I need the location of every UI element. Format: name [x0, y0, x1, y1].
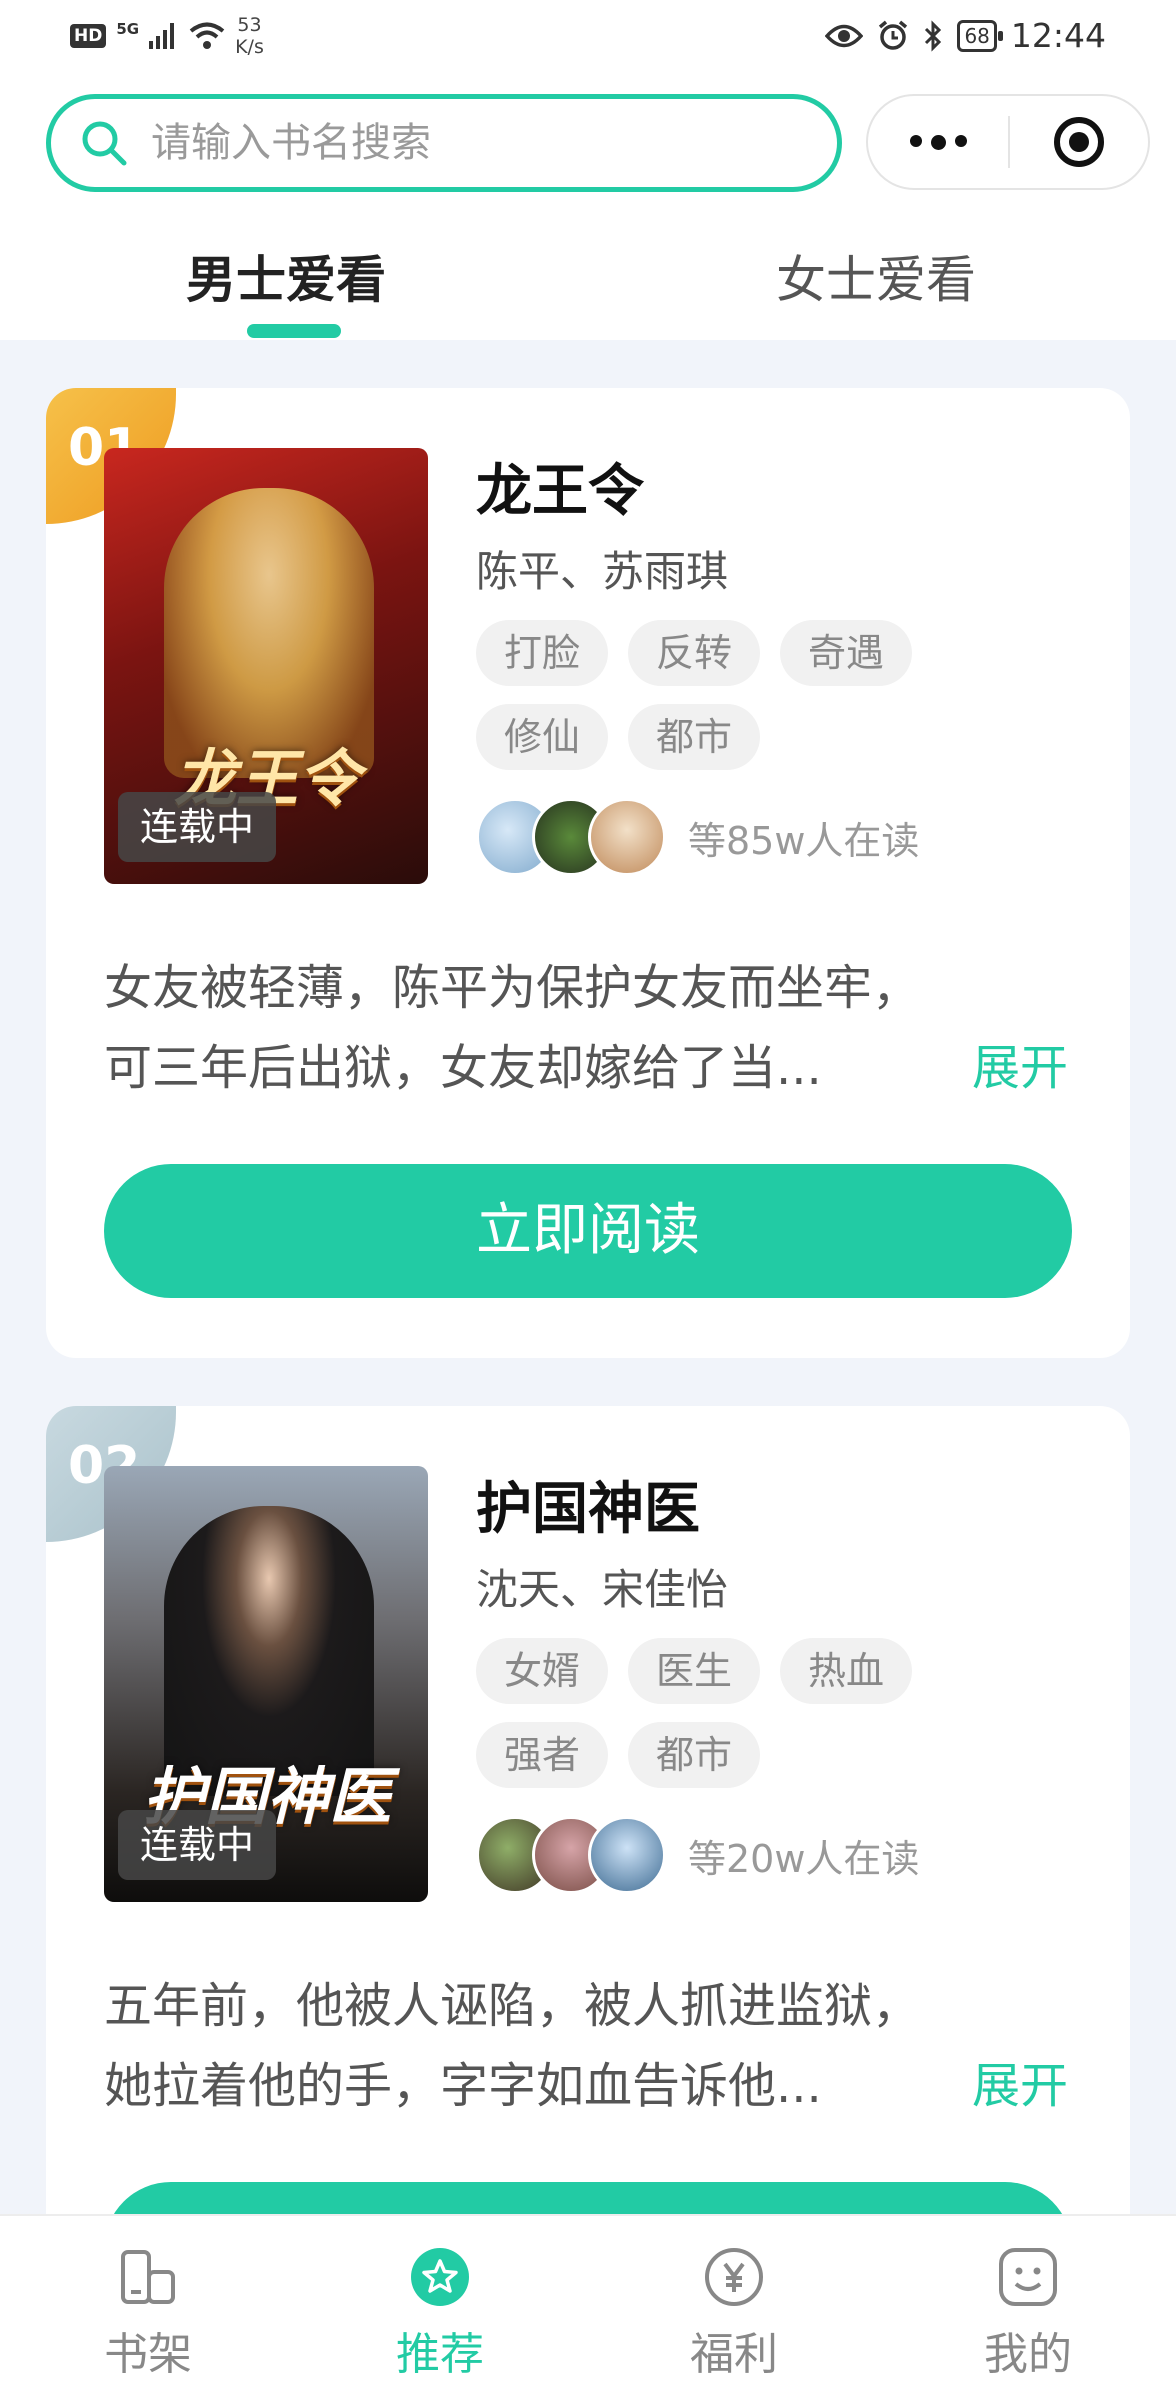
- status-left: HD 5G 53 K/s: [70, 14, 264, 58]
- nav-item-recommend[interactable]: 推荐: [360, 2246, 520, 2382]
- expand-link[interactable]: 展开: [972, 2046, 1068, 2126]
- network-type: 5G: [116, 20, 140, 38]
- avatar: [588, 798, 666, 876]
- mini-program-capsule: [866, 94, 1150, 190]
- reader-count: 等85w人在读: [688, 818, 920, 863]
- wifi-icon: [189, 22, 225, 49]
- bluetooth-icon: [925, 19, 942, 52]
- smiley-face-icon: [999, 2248, 1057, 2306]
- tag: 都市: [628, 1722, 761, 1788]
- tag: 修仙: [476, 704, 609, 770]
- gender-tabs: 男士爱看 女士爱看: [0, 240, 1176, 340]
- tag-list: 打脸 反转 奇遇 修仙 都市: [476, 620, 936, 770]
- expand-link[interactable]: 展开: [972, 1028, 1068, 1108]
- more-icon[interactable]: [868, 134, 1008, 150]
- nav-label: 推荐: [396, 2329, 484, 2380]
- book-cover[interactable]: 龙王令 连载中: [104, 448, 428, 884]
- bookshelf-icon: [121, 2250, 175, 2304]
- description-line: 她拉着他的手，字字如血告诉他...: [104, 2058, 822, 2114]
- reader-count: 等20w人在读: [688, 1836, 920, 1881]
- tab-women[interactable]: 女士爱看: [776, 240, 976, 312]
- description-line: 可三年后出狱，女友却嫁给了当...: [104, 1040, 822, 1096]
- signal-icon: [149, 23, 175, 49]
- network-speed: 53 K/s: [235, 14, 264, 58]
- serial-status-badge: 连载中: [118, 792, 277, 862]
- nav-item-shelf[interactable]: 书架: [68, 2246, 228, 2382]
- readers-row: 等85w人在读: [476, 798, 919, 876]
- tag: 强者: [476, 1722, 609, 1788]
- tag: 打脸: [476, 620, 609, 686]
- book-authors: 沈天、宋佳怡: [476, 1565, 729, 1614]
- tag-list: 女婿 医生 热血 强者 都市: [476, 1638, 936, 1788]
- hd-icon: HD: [70, 24, 107, 48]
- tag: 奇遇: [780, 620, 913, 686]
- tab-men[interactable]: 男士爱看: [186, 240, 386, 312]
- avatar: [588, 1816, 666, 1894]
- search-box[interactable]: [46, 94, 842, 192]
- star-icon: [411, 2248, 469, 2306]
- eye-icon: [825, 24, 864, 47]
- nav-label: 我的: [984, 2329, 1072, 2380]
- speed-unit: K/s: [235, 36, 264, 58]
- nav-label: 书架: [104, 2329, 192, 2380]
- bottom-nav: 书架 推荐 福利 我的: [0, 2214, 1176, 2400]
- tag: 热血: [780, 1638, 913, 1704]
- tag: 医生: [628, 1638, 761, 1704]
- search-icon: [82, 121, 127, 166]
- speed-value: 53: [237, 14, 262, 36]
- clock: 12:44: [1010, 16, 1106, 55]
- status-right: 68 12:44: [825, 16, 1106, 55]
- description-line: 女友被轻薄，陈平为保护女友而坐牢，: [104, 960, 921, 1016]
- nav-item-welfare[interactable]: 福利: [654, 2246, 814, 2382]
- tag: 女婿: [476, 1638, 609, 1704]
- status-bar: HD 5G 53 K/s 68 12:44: [0, 0, 1176, 80]
- tab-active-indicator: [247, 324, 341, 338]
- battery-indicator: 68: [957, 19, 1004, 52]
- serial-status-badge: 连载中: [118, 1810, 277, 1880]
- yuan-coin-icon: [705, 2248, 763, 2306]
- close-mini-program-icon[interactable]: [1010, 114, 1148, 170]
- book-description: 女友被轻薄，陈平为保护女友而坐牢， 可三年后出狱，女友却嫁给了当...: [104, 948, 1084, 1108]
- description-line: 五年前，他被人诬陷，被人抓进监狱，: [104, 1978, 921, 2034]
- book-title[interactable]: 护国神医: [476, 1464, 700, 1545]
- book-authors: 陈平、苏雨琪: [476, 547, 729, 596]
- tag: 都市: [628, 704, 761, 770]
- nav-label: 福利: [690, 2329, 778, 2380]
- book-description: 五年前，他被人诬陷，被人抓进监狱， 她拉着他的手，字字如血告诉他...: [104, 1966, 1084, 2126]
- search-input[interactable]: [151, 120, 771, 166]
- alarm-icon: [879, 20, 908, 50]
- header: 男士爱看 女士爱看: [0, 80, 1176, 340]
- nav-item-mine[interactable]: 我的: [948, 2246, 1108, 2382]
- readers-row: 等20w人在读: [476, 1816, 919, 1894]
- tag: 反转: [628, 620, 761, 686]
- book-title[interactable]: 龙王令: [476, 446, 644, 527]
- book-card[interactable]: 01 龙王令 连载中 龙王令 陈平、苏雨琪 打脸 反转 奇遇 修仙 都市 等85…: [46, 388, 1130, 1358]
- book-cover[interactable]: 护国神医 连载中: [104, 1466, 428, 1902]
- read-now-button[interactable]: 立即阅读: [104, 1164, 1072, 1298]
